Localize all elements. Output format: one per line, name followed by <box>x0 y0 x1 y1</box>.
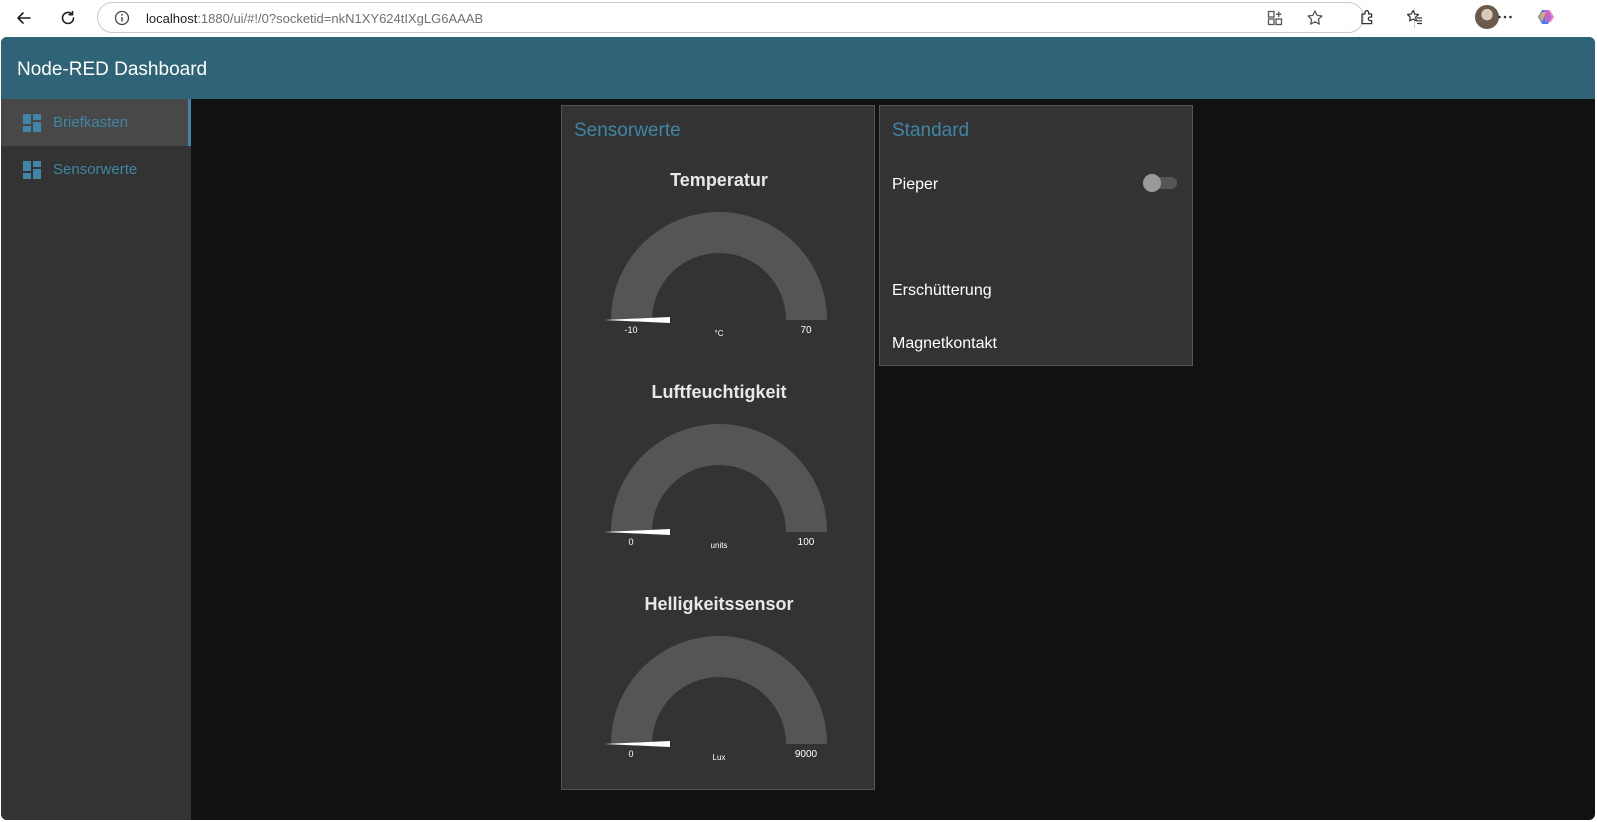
gauge-unit-label: units <box>711 541 728 550</box>
app-available-icon[interactable] <box>1266 9 1284 27</box>
gauge-graphic: 0 9000 Lux <box>604 636 827 762</box>
gauge-min-label: 0 <box>628 537 633 547</box>
switch-thumb[interactable] <box>1143 174 1161 192</box>
gauge-min-label: -10 <box>624 325 637 335</box>
gauge-track <box>611 212 827 320</box>
gauge-max-label: 70 <box>800 325 812 336</box>
sidebar-item-sensorwerte[interactable]: Sensorwerte <box>1 146 191 193</box>
sensor-values-group: Sensorwerte Temperatur -10 70 °C Luftfeu… <box>561 105 875 790</box>
browser-toolbar: localhost:1880/ui/#!/0?socketid=nkN1XY62… <box>0 0 1597 36</box>
gauge-min-label: 0 <box>628 749 633 759</box>
site-info-icon[interactable] <box>114 10 130 26</box>
back-icon[interactable] <box>12 6 36 30</box>
group-title: Standard <box>892 120 970 141</box>
gauge-unit-label: °C <box>715 329 724 338</box>
gauge-track <box>611 424 827 532</box>
magnetkontakt-text: Magnetkontakt <box>892 335 997 352</box>
dashboard-header: Node-RED Dashboard <box>1 37 1595 99</box>
sidebar-item-briefkasten[interactable]: Briefkasten <box>1 99 191 146</box>
sidebar-item-label: Briefkasten <box>53 114 129 131</box>
erschuetterung-text: Erschütterung <box>892 282 992 299</box>
gauge-track <box>611 636 827 744</box>
pieper-toggle-switch[interactable] <box>1143 174 1177 192</box>
gauge-graphic: -10 70 °C <box>604 212 827 338</box>
brightness-gauge: Helligkeitssensor 0 9000 Lux <box>562 594 876 806</box>
gauge-unit-label: Lux <box>713 753 726 762</box>
dashboard-icon <box>23 114 41 132</box>
reload-icon[interactable] <box>56 6 80 30</box>
group-title: Sensorwerte <box>574 120 681 141</box>
more-menu-icon[interactable] <box>1494 6 1516 28</box>
dashboard-title: Node-RED Dashboard <box>17 59 208 80</box>
standard-group: Standard Pieper Erschütterung Magnetkont… <box>879 105 1193 366</box>
favorites-icon[interactable] <box>1404 6 1426 28</box>
extensions-icon[interactable] <box>1356 6 1378 28</box>
dashboard-app: Node-RED Dashboard Briefkasten Sensorwer… <box>1 37 1595 820</box>
gauge-max-label: 9000 <box>795 749 818 760</box>
pieper-switch-label: Pieper <box>892 176 939 193</box>
favorite-star-icon[interactable] <box>1306 9 1324 27</box>
temperature-gauge: Temperatur -10 70 °C <box>562 170 876 382</box>
dashboard-icon <box>23 161 41 179</box>
url-text: localhost:1880/ui/#!/0?socketid=nkN1XY62… <box>146 11 484 26</box>
address-bar[interactable]: localhost:1880/ui/#!/0?socketid=nkN1XY62… <box>97 2 1364 33</box>
humidity-gauge: Luftfeuchtigkeit 0 100 units <box>562 382 876 594</box>
sidebar: Briefkasten Sensorwerte <box>1 99 191 820</box>
sidebar-item-label: Sensorwerte <box>53 161 138 178</box>
copilot-icon[interactable] <box>1535 6 1557 28</box>
gauge-max-label: 100 <box>798 537 815 548</box>
gauge-graphic: 0 100 units <box>604 424 827 550</box>
